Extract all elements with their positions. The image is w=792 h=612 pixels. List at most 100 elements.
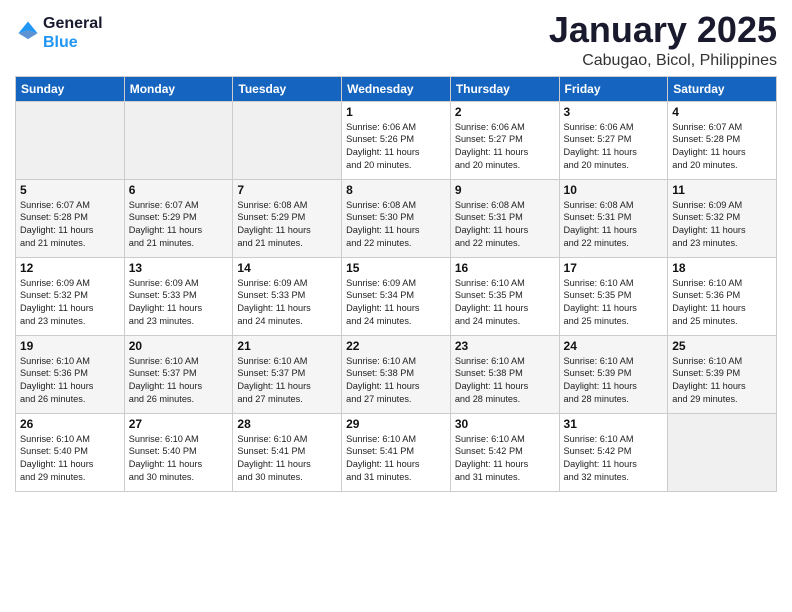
calendar-cell: 14 Sunrise: 6:09 AM Sunset: 5:33 PM Dayli… (233, 257, 342, 335)
calendar-cell: 17 Sunrise: 6:10 AM Sunset: 5:35 PM Dayli… (559, 257, 668, 335)
day-number: 28 (237, 417, 337, 431)
day-info: Sunrise: 6:07 AM Sunset: 5:28 PM Dayligh… (20, 199, 120, 251)
calendar-cell: 8 Sunrise: 6:08 AM Sunset: 5:30 PM Daylig… (342, 179, 451, 257)
day-number: 27 (129, 417, 229, 431)
logo-icon (17, 20, 39, 42)
calendar-cell: 16 Sunrise: 6:10 AM Sunset: 5:35 PM Dayli… (450, 257, 559, 335)
day-number: 24 (564, 339, 664, 353)
day-info: Sunrise: 6:06 AM Sunset: 5:27 PM Dayligh… (455, 121, 555, 173)
day-info: Sunrise: 6:08 AM Sunset: 5:31 PM Dayligh… (564, 199, 664, 251)
calendar-cell: 26Sunrise: 6:10 AM Sunset: 5:40 PM Dayli… (16, 413, 125, 491)
day-number: 29 (346, 417, 446, 431)
day-number: 30 (455, 417, 555, 431)
day-info: Sunrise: 6:08 AM Sunset: 5:31 PM Dayligh… (455, 199, 555, 251)
calendar-cell (124, 101, 233, 179)
calendar-cell: 19 Sunrise: 6:10 AM Sunset: 5:36 PM Dayli… (16, 335, 125, 413)
logo: General Blue (15, 14, 103, 52)
day-number: 6 (129, 183, 229, 197)
day-info: Sunrise: 6:09 AM Sunset: 5:33 PM Dayligh… (237, 277, 337, 329)
day-number: 9 (455, 183, 555, 197)
day-number: 17 (564, 261, 664, 275)
weekday-header-friday: Friday (559, 76, 668, 101)
calendar-cell: 25 Sunrise: 6:10 AM Sunset: 5:39 PM Dayli… (668, 335, 777, 413)
day-number: 18 (672, 261, 772, 275)
calendar-cell: 24 Sunrise: 6:10 AM Sunset: 5:39 PM Dayli… (559, 335, 668, 413)
calendar-cell: 21 Sunrise: 6:10 AM Sunset: 5:37 PM Dayli… (233, 335, 342, 413)
month-title: January 2025 (549, 10, 777, 50)
calendar-cell: 28 Sunrise: 6:10 AM Sunset: 5:41 PM Dayli… (233, 413, 342, 491)
page-container: General Blue January 2025 Cabugao, Bicol… (0, 0, 792, 502)
day-info: Sunrise: 6:10 AM Sunset: 5:36 PM Dayligh… (672, 277, 772, 329)
day-number: 19 (20, 339, 120, 353)
calendar-cell: 4Sunrise: 6:07 AM Sunset: 5:28 PM Daylig… (668, 101, 777, 179)
day-info: Sunrise: 6:10 AM Sunset: 5:37 PM Dayligh… (129, 355, 229, 407)
day-number: 20 (129, 339, 229, 353)
day-number: 8 (346, 183, 446, 197)
logo-general: General (43, 14, 103, 33)
day-info: Sunrise: 6:07 AM Sunset: 5:29 PM Dayligh… (129, 199, 229, 251)
day-info: Sunrise: 6:10 AM Sunset: 5:35 PM Dayligh… (455, 277, 555, 329)
calendar-cell: 13 Sunrise: 6:09 AM Sunset: 5:33 PM Dayli… (124, 257, 233, 335)
day-info: Sunrise: 6:09 AM Sunset: 5:33 PM Dayligh… (129, 277, 229, 329)
header: General Blue January 2025 Cabugao, Bicol… (15, 10, 777, 70)
day-info: Sunrise: 6:10 AM Sunset: 5:35 PM Dayligh… (564, 277, 664, 329)
calendar-cell: 31Sunrise: 6:10 AM Sunset: 5:42 PM Dayli… (559, 413, 668, 491)
calendar-cell: 10 Sunrise: 6:08 AM Sunset: 5:31 PM Dayli… (559, 179, 668, 257)
day-number: 12 (20, 261, 120, 275)
day-number: 13 (129, 261, 229, 275)
logo-blue: Blue (43, 33, 103, 52)
day-number: 14 (237, 261, 337, 275)
day-number: 15 (346, 261, 446, 275)
title-block: January 2025 Cabugao, Bicol, Philippines (549, 10, 777, 70)
day-number: 1 (346, 105, 446, 119)
day-number: 11 (672, 183, 772, 197)
calendar-table: SundayMondayTuesdayWednesdayThursdayFrid… (15, 76, 777, 492)
week-row-4: 26Sunrise: 6:10 AM Sunset: 5:40 PM Dayli… (16, 413, 777, 491)
calendar-cell: 2Sunrise: 6:06 AM Sunset: 5:27 PM Daylig… (450, 101, 559, 179)
day-info: Sunrise: 6:07 AM Sunset: 5:28 PM Dayligh… (672, 121, 772, 173)
day-info: Sunrise: 6:10 AM Sunset: 5:39 PM Dayligh… (564, 355, 664, 407)
day-number: 16 (455, 261, 555, 275)
calendar-cell: 7 Sunrise: 6:08 AM Sunset: 5:29 PM Daylig… (233, 179, 342, 257)
calendar-cell: 29 Sunrise: 6:10 AM Sunset: 5:41 PM Dayli… (342, 413, 451, 491)
day-info: Sunrise: 6:09 AM Sunset: 5:32 PM Dayligh… (20, 277, 120, 329)
day-info: Sunrise: 6:10 AM Sunset: 5:42 PM Dayligh… (455, 433, 555, 485)
week-row-0: 1 Sunrise: 6:06 AM Sunset: 5:26 PM Daylig… (16, 101, 777, 179)
weekday-header-tuesday: Tuesday (233, 76, 342, 101)
day-info: Sunrise: 6:09 AM Sunset: 5:34 PM Dayligh… (346, 277, 446, 329)
day-number: 21 (237, 339, 337, 353)
day-info: Sunrise: 6:08 AM Sunset: 5:29 PM Dayligh… (237, 199, 337, 251)
week-row-2: 12 Sunrise: 6:09 AM Sunset: 5:32 PM Dayli… (16, 257, 777, 335)
weekday-header-saturday: Saturday (668, 76, 777, 101)
calendar-cell: 22Sunrise: 6:10 AM Sunset: 5:38 PM Dayli… (342, 335, 451, 413)
weekday-header-monday: Monday (124, 76, 233, 101)
calendar-cell: 12 Sunrise: 6:09 AM Sunset: 5:32 PM Dayli… (16, 257, 125, 335)
day-info: Sunrise: 6:10 AM Sunset: 5:39 PM Dayligh… (672, 355, 772, 407)
calendar-cell (16, 101, 125, 179)
day-info: Sunrise: 6:10 AM Sunset: 5:40 PM Dayligh… (129, 433, 229, 485)
day-number: 25 (672, 339, 772, 353)
calendar-cell: 6 Sunrise: 6:07 AM Sunset: 5:29 PM Daylig… (124, 179, 233, 257)
day-info: Sunrise: 6:08 AM Sunset: 5:30 PM Dayligh… (346, 199, 446, 251)
day-info: Sunrise: 6:10 AM Sunset: 5:36 PM Dayligh… (20, 355, 120, 407)
weekday-header-wednesday: Wednesday (342, 76, 451, 101)
day-number: 7 (237, 183, 337, 197)
calendar-cell: 23Sunrise: 6:10 AM Sunset: 5:38 PM Dayli… (450, 335, 559, 413)
logo-block (15, 20, 39, 47)
calendar-cell (668, 413, 777, 491)
weekday-header-row: SundayMondayTuesdayWednesdayThursdayFrid… (16, 76, 777, 101)
calendar-cell: 3 Sunrise: 6:06 AM Sunset: 5:27 PM Daylig… (559, 101, 668, 179)
calendar-cell: 18 Sunrise: 6:10 AM Sunset: 5:36 PM Dayli… (668, 257, 777, 335)
day-number: 22 (346, 339, 446, 353)
calendar-cell (233, 101, 342, 179)
day-number: 23 (455, 339, 555, 353)
day-info: Sunrise: 6:06 AM Sunset: 5:27 PM Dayligh… (564, 121, 664, 173)
day-number: 10 (564, 183, 664, 197)
day-info: Sunrise: 6:10 AM Sunset: 5:41 PM Dayligh… (237, 433, 337, 485)
day-number: 5 (20, 183, 120, 197)
day-number: 3 (564, 105, 664, 119)
day-info: Sunrise: 6:10 AM Sunset: 5:41 PM Dayligh… (346, 433, 446, 485)
day-info: Sunrise: 6:10 AM Sunset: 5:37 PM Dayligh… (237, 355, 337, 407)
location-title: Cabugao, Bicol, Philippines (549, 52, 777, 70)
day-info: Sunrise: 6:06 AM Sunset: 5:26 PM Dayligh… (346, 121, 446, 173)
